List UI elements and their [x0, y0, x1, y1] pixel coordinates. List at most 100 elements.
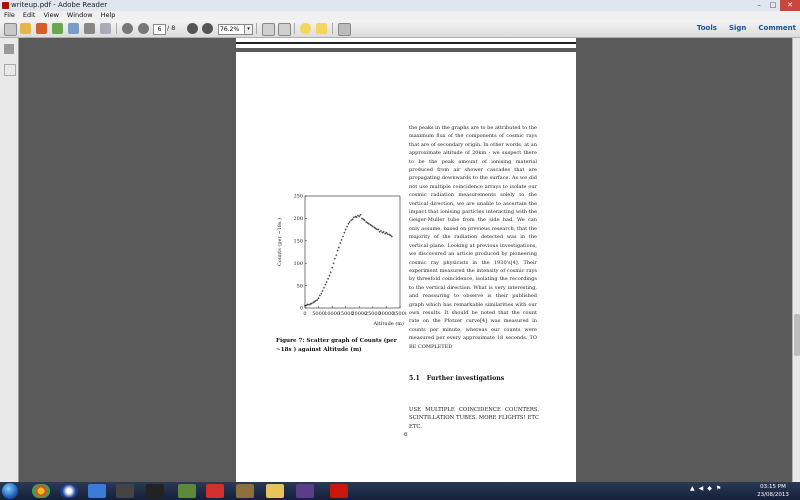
window-controls: – □ ✕ [752, 0, 800, 11]
fit-page-icon[interactable] [262, 23, 275, 36]
data-point [328, 274, 331, 277]
data-point [342, 235, 344, 238]
system-clock[interactable]: 03:15 PM 23/08/2013 [750, 483, 796, 499]
zoom-dropdown-icon[interactable]: ▾ [244, 24, 253, 35]
toolbar-divider [116, 23, 117, 34]
data-point [346, 225, 349, 228]
adobe-reader-taskbar-icon[interactable] [330, 484, 348, 498]
chrome-icon[interactable] [32, 484, 50, 498]
close-button[interactable]: ✕ [780, 0, 800, 11]
menu-file[interactable]: File [0, 11, 19, 20]
figure-caption: Figure 7: Scatter graph of Counts (per ~… [276, 338, 397, 353]
upload-cloud-icon[interactable] [52, 23, 63, 34]
fit-width-icon[interactable] [278, 23, 291, 36]
attachments-icon[interactable] [4, 64, 16, 76]
menu-window[interactable]: Window [63, 11, 97, 20]
sign-link[interactable]: Sign [729, 23, 746, 34]
data-point [324, 283, 327, 286]
data-point [317, 297, 320, 300]
plot-frame [304, 195, 401, 309]
toolbar-divider [294, 23, 295, 34]
data-point [356, 214, 359, 217]
data-point [333, 257, 336, 260]
page-number-input[interactable]: 6 [153, 24, 166, 35]
comment-bubble-icon[interactable] [300, 23, 311, 34]
flag-icon[interactable]: ⚑ [716, 485, 721, 492]
volume-icon[interactable]: ◀ [699, 485, 704, 492]
previous-page-icon[interactable] [122, 23, 133, 34]
edit-pdf-icon[interactable] [36, 23, 47, 34]
app-icon[interactable] [296, 484, 314, 498]
title-bar: writeup.pdf - Adobe Reader – □ ✕ [0, 0, 800, 11]
zoom-in-icon[interactable] [202, 23, 213, 34]
section-body: USE MULTIPLE COINCIDENCE COUNTERS. SCINT… [409, 407, 539, 430]
y-tick-label: 150 [293, 239, 303, 245]
steam-icon[interactable] [146, 484, 164, 498]
taskbar: ▲ ◀ ◆ ⚑ 03:15 PM 23/08/2013 [0, 482, 800, 500]
folder-icon[interactable] [266, 484, 284, 498]
data-point [355, 216, 358, 219]
zoom-level-input[interactable]: 76.2% [218, 24, 245, 35]
window-title: writeup.pdf - Adobe Reader [11, 1, 108, 9]
data-point [335, 254, 338, 257]
data-point [340, 238, 343, 241]
data-point [329, 271, 332, 274]
y-tick-label: 100 [293, 261, 303, 267]
create-pdf-icon[interactable] [20, 23, 31, 34]
data-point [337, 246, 340, 249]
chart-points [304, 213, 393, 307]
minimize-button[interactable]: – [752, 0, 766, 11]
x-tick-label: 35000 [392, 311, 406, 317]
app-icon[interactable] [116, 484, 134, 498]
y-tick-label: 200 [293, 216, 303, 222]
scatter-chart: 0501001502002500 5000 10000150002000025000… [276, 194, 406, 327]
flash-icon[interactable] [206, 484, 224, 498]
section-number: 5.1 [409, 375, 420, 382]
adobe-reader-icon [2, 2, 9, 9]
x-tick-label: 5000 [312, 311, 325, 317]
x-axis-label: Altitude (m) [373, 320, 404, 327]
y-axis-label: Counts (per ~18s ) [276, 218, 283, 266]
vertical-scrollbar[interactable] [792, 38, 800, 482]
scrollbar-thumb[interactable] [794, 314, 800, 356]
open-file-icon[interactable] [4, 23, 17, 36]
tray-arrow-icon[interactable]: ▲ [690, 485, 695, 492]
data-point [359, 213, 362, 216]
previous-page-bottom [236, 38, 576, 48]
app-icon[interactable] [60, 484, 78, 498]
data-point [323, 286, 325, 289]
highlight-icon[interactable] [316, 23, 327, 34]
chest-icon[interactable] [236, 484, 254, 498]
page-total: / 8 [167, 24, 176, 32]
menu-edit[interactable]: Edit [19, 11, 40, 20]
data-point [321, 289, 324, 292]
page-rule [236, 42, 576, 44]
print-icon[interactable] [84, 23, 95, 34]
data-point [336, 249, 339, 252]
clock-date: 23/08/2013 [757, 492, 789, 498]
data-point [377, 228, 380, 231]
data-point [332, 262, 335, 265]
save-icon[interactable] [68, 23, 79, 34]
minecraft-icon[interactable] [178, 484, 196, 498]
sign-tool-icon[interactable] [338, 23, 351, 36]
page-thumbnails-icon[interactable] [4, 44, 14, 54]
next-page-icon[interactable] [138, 23, 149, 34]
menu-view[interactable]: View [39, 11, 62, 20]
body-text-right-column: the peaks in the graphs are to be attrib… [409, 125, 537, 350]
cloud-app-icon[interactable] [88, 484, 106, 498]
zoom-out-icon[interactable] [187, 23, 198, 34]
email-icon[interactable] [100, 23, 111, 34]
data-point [344, 228, 347, 231]
tools-link[interactable]: Tools [697, 23, 717, 34]
data-point [304, 304, 306, 307]
system-tray: ▲ ◀ ◆ ⚑ [690, 485, 721, 492]
network-icon[interactable]: ◆ [707, 485, 712, 492]
toolbar-divider [332, 23, 333, 34]
menu-help[interactable]: Help [97, 11, 120, 20]
comment-link[interactable]: Comment [758, 23, 796, 34]
data-point [343, 231, 346, 234]
data-point [347, 222, 350, 225]
maximize-button[interactable]: □ [766, 0, 780, 11]
start-button[interactable] [2, 483, 18, 499]
